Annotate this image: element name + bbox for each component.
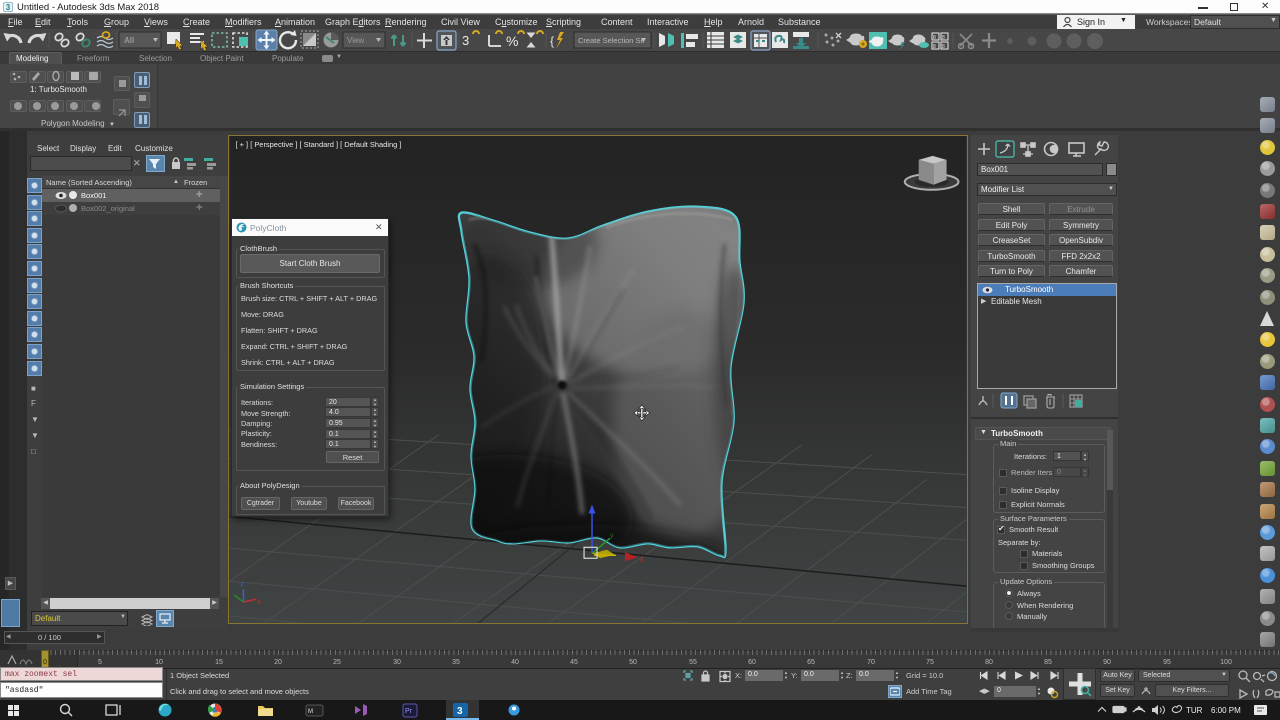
svg-text:M: M xyxy=(308,709,313,715)
svg-text:[ + ] [ Perspective ] [ Standa: [ + ] [ Perspective ] [ Standard ] [ Def… xyxy=(235,140,401,149)
svg-text:3: 3 xyxy=(462,33,469,48)
svg-text:%: % xyxy=(506,33,518,49)
svg-text:3: 3 xyxy=(457,706,463,717)
svg-text:All: All xyxy=(124,36,134,45)
svg-text:{: { xyxy=(550,34,554,48)
svg-text:8: 8 xyxy=(933,35,936,41)
svg-text:6:00 PM: 6:00 PM xyxy=(1211,706,1241,715)
svg-text:x: x xyxy=(640,556,644,563)
svg-text:TUR: TUR xyxy=(1186,706,1203,715)
svg-text:View: View xyxy=(347,36,364,45)
svg-text:y: y xyxy=(610,532,614,539)
svg-text:x: x xyxy=(257,599,261,606)
svg-text:Create Selection Se: Create Selection Se xyxy=(578,36,645,45)
svg-text:z: z xyxy=(240,581,244,588)
svg-text:Pr: Pr xyxy=(405,708,413,715)
svg-text:8: 8 xyxy=(933,44,936,50)
svg-text:8: 8 xyxy=(942,35,945,41)
svg-text:8: 8 xyxy=(942,44,945,50)
